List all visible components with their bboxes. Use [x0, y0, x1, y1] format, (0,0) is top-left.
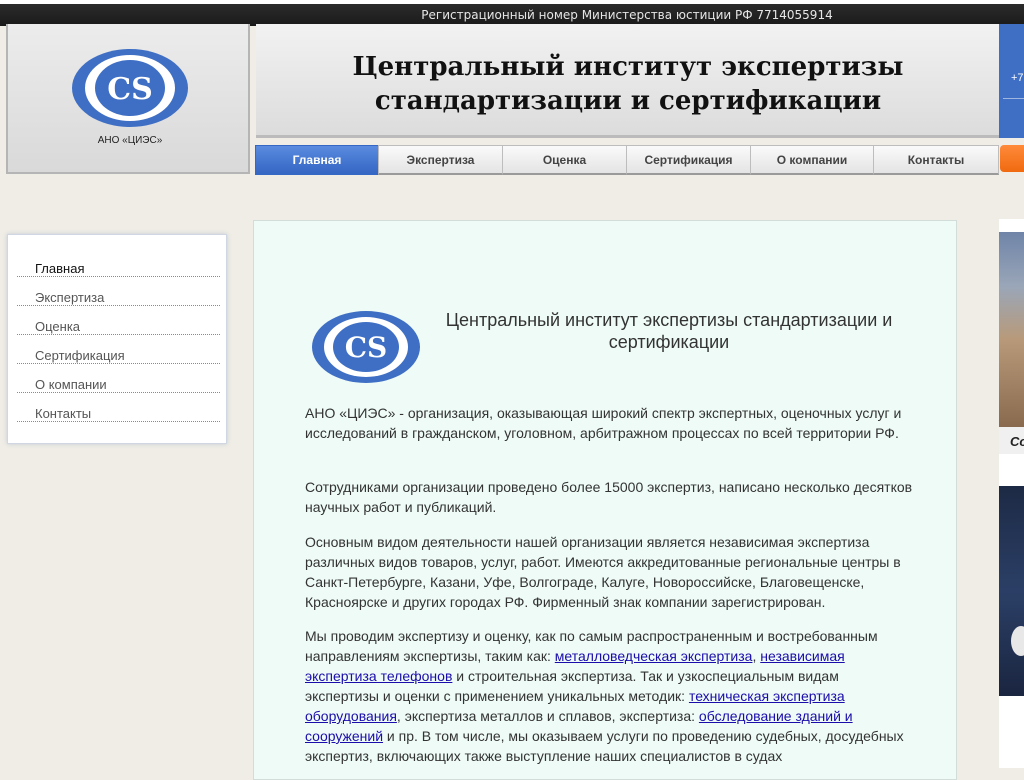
- services-paragraph: Мы проводим экспертизу и оценку, как по …: [305, 626, 915, 766]
- nav-item-sertifikatsiya[interactable]: Сертификация: [626, 145, 751, 175]
- stats-paragraph: Сотрудниками организации проведено более…: [305, 479, 913, 515]
- services-text-4: , экспертиза металлов и сплавов, эксперт…: [396, 708, 699, 724]
- sidebar-item-otsenka[interactable]: Оценка: [17, 307, 220, 335]
- link-metal-expertise[interactable]: металловедческая экспертиза: [555, 648, 753, 664]
- phone-divider: [1003, 98, 1024, 99]
- main-content: CS Центральный институт экспертизы станд…: [253, 220, 957, 780]
- nav-item-ekspertiza[interactable]: Экспертиза: [378, 145, 503, 175]
- nav-item-otsenka[interactable]: Оценка: [502, 145, 627, 175]
- orange-action-button[interactable]: [1000, 145, 1024, 172]
- sidebar-item-o-kompanii[interactable]: О компании: [17, 365, 220, 393]
- nav-item-kontakty[interactable]: Контакты: [873, 145, 999, 175]
- building-photo[interactable]: [999, 232, 1024, 427]
- nav-item-glavnaya[interactable]: Главная: [255, 145, 379, 175]
- right-strip-spacer: [999, 219, 1024, 232]
- site-title-line1: Центральный институт экспертизы: [352, 52, 904, 82]
- promo-photo[interactable]: [999, 486, 1024, 696]
- sidebar-item-glavnaya[interactable]: Главная: [17, 249, 220, 277]
- right-strip-bottom: [999, 696, 1024, 768]
- promo-shape: [1011, 626, 1024, 656]
- services-text-5: и пр. В том числе, мы оказываем услуги п…: [305, 728, 904, 764]
- phone-fragment[interactable]: +7: [1011, 72, 1024, 84]
- logo-caption: АНО «ЦИЭС»: [97, 135, 163, 146]
- site-title-line2: стандартизации и сертификации: [374, 86, 882, 116]
- intro-paragraph: АНО «ЦИЭС» - организация, оказывающая ши…: [305, 405, 902, 441]
- site-title: Центральный институт экспертизы стандарт…: [256, 24, 1000, 138]
- activity-paragraph: Основным видом деятельности нашей органи…: [305, 534, 901, 610]
- photo-caption: Со: [999, 427, 1024, 454]
- content-cs-logo-icon: CS: [312, 311, 420, 383]
- nav-item-o-kompanii[interactable]: О компании: [750, 145, 874, 175]
- phone-panel[interactable]: +7: [999, 24, 1024, 138]
- registration-text: Регистрационный номер Министерства юстиц…: [421, 8, 833, 22]
- right-strip-gap: [999, 454, 1024, 486]
- sidebar-menu: Главная Экспертиза Оценка Сертификация О…: [7, 234, 227, 444]
- right-banner-column: Со: [999, 219, 1024, 768]
- registration-bar: Регистрационный номер Министерства юстиц…: [0, 0, 1024, 26]
- content-logo-letters: CS: [345, 331, 388, 364]
- sidebar-item-kontakty[interactable]: Контакты: [17, 394, 220, 422]
- content-title: Центральный институт экспертизы стандарт…: [445, 310, 893, 352]
- sidebar-item-ekspertiza[interactable]: Экспертиза: [17, 278, 220, 306]
- site-logo[interactable]: CS АНО «ЦИЭС»: [6, 24, 250, 174]
- logo-letters: CS: [107, 72, 153, 107]
- cs-logo-icon: CS: [72, 49, 188, 127]
- sidebar-item-sertifikatsiya[interactable]: Сертификация: [17, 336, 220, 364]
